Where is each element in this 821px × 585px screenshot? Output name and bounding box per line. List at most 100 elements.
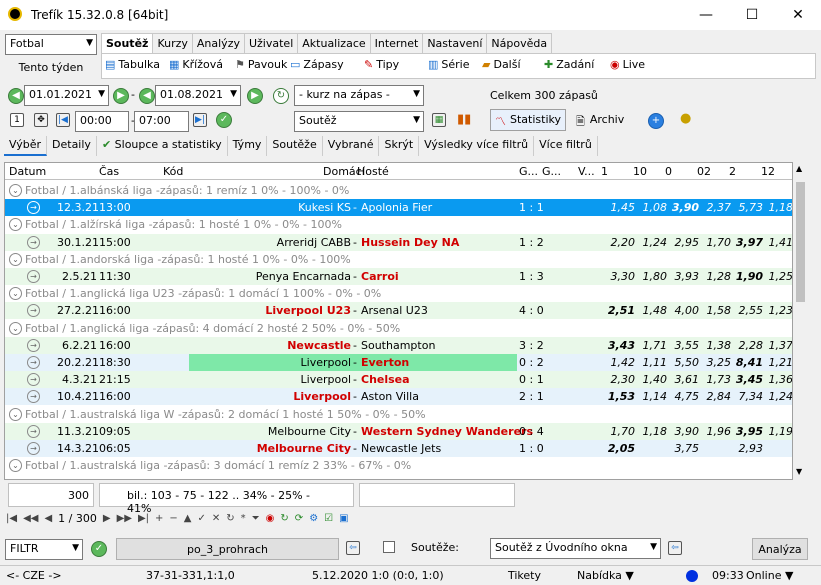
collapse-icon[interactable]: ⌄ bbox=[9, 407, 22, 421]
filtr-select[interactable]: FILTR ▼ bbox=[5, 539, 83, 560]
tab-4[interactable]: Aktualizace bbox=[297, 33, 371, 53]
match-row[interactable]: → 2.5.21 11:30 Penya Encarnada - Carroi 1 : 3 3… bbox=[5, 268, 792, 285]
reload-green-icon[interactable]: ↻ bbox=[280, 513, 288, 524]
toolbar-button-4[interactable]: ✎ Tipy bbox=[364, 58, 399, 71]
toolbar-button-5[interactable]: ▥ Série bbox=[428, 58, 470, 71]
refresh-icon[interactable]: ↻ bbox=[273, 88, 289, 104]
date-prev-icon[interactable]: ◀ bbox=[8, 88, 24, 104]
subtab-4[interactable]: Soutěže bbox=[267, 136, 323, 156]
match-row[interactable]: → 12.3.21 13:00 Kukesi KS - Apolonia Fier 1 : … bbox=[5, 199, 792, 217]
open-match-icon[interactable]: → bbox=[27, 424, 40, 438]
tikety-button[interactable]: Tikety bbox=[508, 569, 541, 582]
group-row[interactable]: ⌄ Fotbal / 1.anglická liga -zápasů: 4 dom… bbox=[5, 320, 792, 337]
collapse-icon[interactable]: ⌄ bbox=[9, 218, 22, 232]
column-header-6[interactable]: G... bbox=[542, 165, 561, 178]
scroll-down-icon[interactable]: ▼ bbox=[796, 467, 802, 476]
filter-icon[interactable]: ⏷ bbox=[252, 513, 260, 524]
next-fast-icon[interactable]: ▶▶ bbox=[117, 513, 132, 524]
first-icon[interactable]: |◀ bbox=[56, 113, 70, 127]
tab-2[interactable]: Analýzy bbox=[191, 33, 245, 53]
sport-select[interactable]: Fotbal ▼ bbox=[5, 34, 97, 55]
filtr-ok-icon[interactable]: ✓ bbox=[91, 541, 107, 557]
tab-7[interactable]: Nápověda bbox=[486, 33, 553, 53]
toolbar-button-2[interactable]: ⚑ Pavouk bbox=[235, 58, 287, 71]
coins-icon[interactable]: ● bbox=[680, 111, 691, 126]
add-row-icon[interactable]: + bbox=[155, 513, 163, 524]
open-match-icon[interactable]: → bbox=[27, 338, 40, 352]
toolbar-button-6[interactable]: ▰ Další bbox=[482, 58, 521, 71]
collapse-icon[interactable]: ⌄ bbox=[9, 459, 22, 473]
sync-icon[interactable]: ⟳ bbox=[295, 513, 303, 524]
time-to-input[interactable]: 07:00 bbox=[134, 111, 189, 132]
next-page-icon[interactable]: ▶ bbox=[103, 513, 111, 524]
table-icon[interactable]: ▦ bbox=[432, 113, 446, 127]
last-icon[interactable]: ▶| bbox=[193, 113, 207, 127]
soutez-source-select[interactable]: Soutěž z Úvodního okna ▼ bbox=[490, 538, 661, 559]
tab-5[interactable]: Internet bbox=[369, 33, 424, 53]
group-row[interactable]: ⌄ Fotbal / 1.albánská liga -zápasů: 1 rem… bbox=[5, 182, 792, 199]
language-switch[interactable]: <- CZE -> bbox=[6, 569, 62, 582]
open-match-icon[interactable]: → bbox=[27, 390, 40, 404]
group-row[interactable]: ⌄ Fotbal / 1.australská liga -zápasů: 3 d… bbox=[5, 457, 792, 474]
column-header-5[interactable]: G... bbox=[519, 165, 538, 178]
confirm-icon[interactable]: ✓ bbox=[216, 112, 232, 128]
open-match-icon[interactable]: → bbox=[27, 235, 40, 249]
date-to-prev-icon[interactable]: ◀ bbox=[139, 88, 155, 104]
open-match-icon[interactable]: → bbox=[27, 270, 40, 283]
column-header-2[interactable]: Kód bbox=[163, 165, 183, 178]
column-header-8[interactable]: 1 bbox=[601, 165, 608, 178]
nabidka-menu[interactable]: Nabídka ▼ bbox=[577, 569, 634, 582]
check-icon[interactable]: ✓ bbox=[198, 513, 206, 524]
soutez-apply-icon[interactable]: ⇦ bbox=[668, 541, 682, 555]
tab-1[interactable]: Kurzy bbox=[152, 33, 193, 53]
match-row[interactable]: → 30.1.21 15:00 Arreridj CABB - Hussein Dey N… bbox=[5, 233, 792, 251]
match-row[interactable]: → 10.4.21 16:00 Liverpool - Aston Villa 2 : 1 1… bbox=[5, 388, 792, 406]
column-header-4[interactable]: Hosté bbox=[357, 165, 389, 178]
collapse-icon[interactable]: ⌄ bbox=[9, 321, 22, 335]
analyza-button[interactable]: Analýza bbox=[752, 538, 808, 560]
group-row[interactable]: ⌄ Fotbal / 1.anglická liga U23 -zápasů: 1… bbox=[5, 285, 792, 302]
match-row[interactable]: → 11.3.21 09:05 Melbourne City - Western Sydn… bbox=[5, 422, 792, 440]
collapse-icon[interactable]: ⌄ bbox=[9, 287, 22, 301]
subtab-5[interactable]: Vybrané bbox=[323, 136, 380, 156]
record-icon[interactable]: ◉ bbox=[266, 513, 275, 524]
subtab-2[interactable]: ✔ Sloupce a statistiky bbox=[97, 136, 228, 156]
tab-6[interactable]: Nastavení bbox=[422, 33, 488, 53]
toolbar-button-0[interactable]: ▤ Tabulka bbox=[105, 58, 160, 71]
column-header-11[interactable]: 02 bbox=[697, 165, 711, 178]
date-to-input[interactable]: 01.08.2021 ▼ bbox=[155, 85, 241, 106]
group-row[interactable]: ⌄ Fotbal / 1.andorská liga -zápasů: 1 hos… bbox=[5, 251, 792, 268]
subtab-1[interactable]: Detaily bbox=[47, 136, 97, 156]
column-header-12[interactable]: 2 bbox=[729, 165, 736, 178]
group-row[interactable]: ⌄ Fotbal / 1.alžírská liga -zápasů: 1 hos… bbox=[5, 216, 792, 233]
prev-fast-icon[interactable]: ◀◀ bbox=[23, 513, 38, 524]
match-row[interactable]: → 27.2.21 16:00 Liverpool U23- Arsenal U23 4 … bbox=[5, 302, 792, 320]
delete-row-icon[interactable]: − bbox=[169, 513, 177, 524]
subtab-7[interactable]: Výsledky více filtrů bbox=[419, 136, 535, 156]
column-header-9[interactable]: 10 bbox=[633, 165, 647, 178]
open-match-icon[interactable]: → bbox=[27, 373, 40, 387]
match-row[interactable]: → 4.3.21 21:15 Liverpool - Chelsea 0 : 1 2,30 1,… bbox=[5, 371, 792, 389]
kurz-select[interactable]: - kurz na zápas - ▼ bbox=[294, 85, 424, 106]
open-match-icon[interactable]: → bbox=[27, 442, 40, 455]
toolbar-button-7[interactable]: ✚ Zadání bbox=[544, 58, 594, 71]
date-next-icon[interactable]: ▶ bbox=[113, 88, 129, 104]
filter-apply-icon[interactable]: ⇦ bbox=[346, 541, 360, 555]
refresh-icon[interactable]: ↻ bbox=[226, 513, 234, 524]
soutez-select[interactable]: Soutěž ▼ bbox=[294, 111, 424, 132]
column-header-1[interactable]: Čas bbox=[99, 165, 119, 178]
toolbar-button-3[interactable]: ▭ Zápasy bbox=[290, 58, 344, 71]
column-header-10[interactable]: 0 bbox=[665, 165, 672, 178]
subtab-8[interactable]: Více filtrů bbox=[534, 136, 598, 156]
match-row[interactable]: → 6.2.21 16:00 Newcastle - Southampton 3 : 2 3,… bbox=[5, 336, 792, 354]
up-icon[interactable]: ▲ bbox=[184, 513, 192, 524]
match-row[interactable]: → 14.3.21 06:05 Melbourne City - Newcastle Je… bbox=[5, 440, 792, 457]
subtab-3[interactable]: Týmy bbox=[228, 136, 268, 156]
scroll-thumb[interactable] bbox=[796, 182, 805, 302]
first-page-icon[interactable]: |◀ bbox=[6, 513, 17, 524]
collapse-icon[interactable]: ⌄ bbox=[9, 184, 22, 197]
filter-name-button[interactable]: po_3_prohrach bbox=[116, 538, 339, 560]
week-button[interactable]: Tento týden bbox=[5, 57, 97, 79]
subtab-6[interactable]: Skrýt bbox=[379, 136, 420, 156]
toolbar-button-8[interactable]: ◉ Live bbox=[610, 58, 645, 71]
